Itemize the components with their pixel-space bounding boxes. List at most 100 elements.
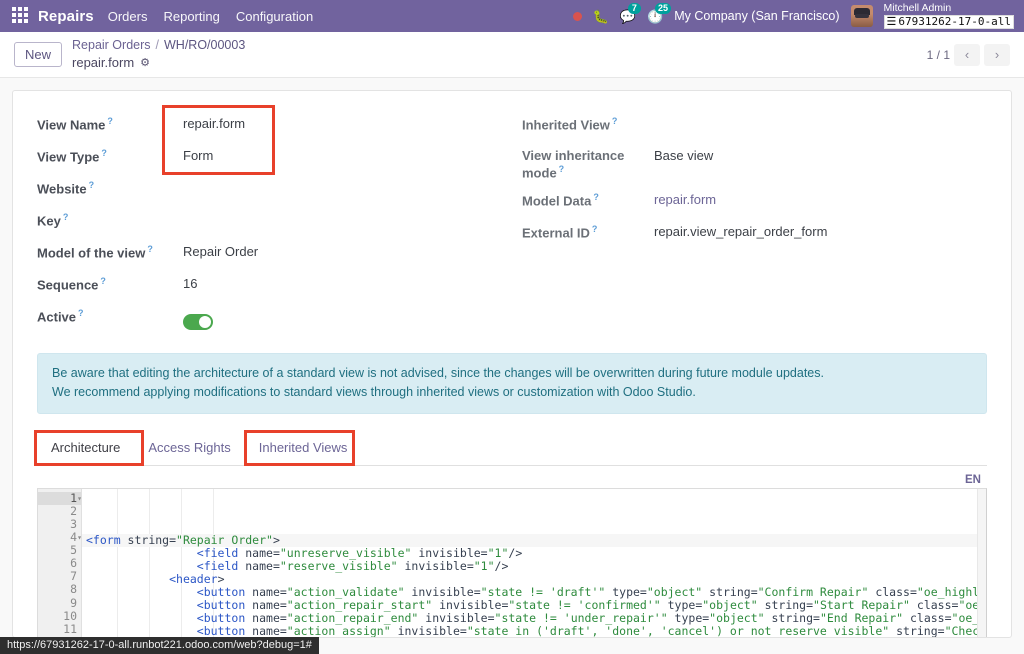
help-icon[interactable]: ?	[78, 308, 84, 318]
help-icon[interactable]: ?	[612, 116, 618, 126]
field-value-view-inheritance-mode[interactable]: Base view	[654, 143, 987, 165]
record-dot-icon[interactable]	[572, 11, 582, 21]
field-value-inherited-view[interactable]	[668, 111, 987, 131]
avatar[interactable]	[850, 5, 873, 27]
app-brand-repairs[interactable]: Repairs	[38, 8, 94, 25]
field-label-view-inheritance-mode: View inheritance mode?	[522, 148, 625, 181]
field-website: Website?	[37, 175, 512, 207]
activities-count-badge: 25	[655, 2, 672, 14]
field-value-active	[183, 303, 512, 335]
chevron-right-icon[interactable]: ›	[984, 43, 1010, 66]
editor-line-number: 9	[70, 595, 77, 610]
tab-inherited-views[interactable]: Inherited Views	[245, 432, 362, 465]
architecture-warning-alert: Be aware that editing the architecture o…	[37, 353, 987, 414]
database-icon: ☰	[886, 15, 897, 29]
field-model-of-the-view: Model of the view? Repair Order	[37, 239, 512, 271]
bug-icon[interactable]: 🐛	[593, 10, 609, 23]
field-label-website: Website?	[37, 180, 95, 197]
editor-language-badge: EN	[965, 473, 981, 486]
field-value-model-of-the-view[interactable]: Repair Order	[183, 239, 512, 261]
user-menu[interactable]: Mitchell Admin ☰ 67931262-17-0-all	[883, 2, 1014, 29]
gear-icon[interactable]: ⚙	[140, 56, 150, 71]
help-icon[interactable]: ?	[89, 180, 95, 190]
database-name-label: 67931262-17-0-all	[898, 15, 1011, 29]
breadcrumb: Repair Orders / WH/RO/00003 repair.form …	[72, 37, 245, 71]
field-label-external-id: External ID?	[522, 224, 598, 241]
editor-line-number: 11	[63, 621, 77, 636]
field-value-key[interactable]	[183, 207, 512, 227]
editor-line-number: 8	[70, 582, 77, 597]
user-name-label: Mitchell Admin	[883, 2, 952, 15]
editor-line-number: 10	[63, 608, 77, 623]
menu-reporting[interactable]: Reporting	[163, 9, 219, 24]
navbar-right-tools: 🐛 💬 7 🕛 25 My Company (San Francisco) Mi…	[572, 2, 1016, 29]
field-value-view-type[interactable]: Form	[183, 143, 512, 165]
field-model-data: Model Data? repair.form	[522, 187, 987, 219]
breadcrumb-separator: /	[155, 38, 159, 53]
field-key: Key?	[37, 207, 512, 239]
tab-architecture[interactable]: Architecture	[37, 432, 135, 465]
fold-arrow-icon[interactable]: ▾	[74, 492, 82, 505]
notebook-tabs: Architecture Access Rights Inherited Vie…	[34, 429, 987, 466]
breadcrumb-item-current[interactable]: WH/RO/00003	[164, 37, 245, 54]
help-icon[interactable]: ?	[63, 212, 69, 222]
company-switcher[interactable]: My Company (San Francisco)	[674, 9, 839, 23]
top-navbar: Repairs Orders Reporting Configuration 🐛…	[0, 0, 1024, 32]
field-label-model-data: Model Data?	[522, 192, 599, 209]
menu-orders[interactable]: Orders	[108, 9, 148, 24]
help-icon[interactable]: ?	[147, 244, 153, 254]
form-sheet-wrapper: View Name? repair.form View Type? Form W…	[0, 78, 1024, 638]
activities-clock-icon[interactable]: 🕛 25	[647, 2, 672, 23]
field-external-id: External ID? repair.view_repair_order_fo…	[522, 219, 987, 251]
breadcrumb-item-repair-orders[interactable]: Repair Orders	[72, 37, 151, 54]
help-icon[interactable]: ?	[100, 276, 106, 286]
field-label-view-type: View Type?	[37, 148, 107, 165]
help-icon[interactable]: ?	[107, 116, 113, 126]
editor-line-number: 1 ▾	[38, 491, 82, 505]
alert-line-2: We recommend applying modifications to s…	[52, 385, 696, 400]
new-button[interactable]: New	[14, 41, 63, 68]
field-label-model-of-the-view: Model of the view?	[37, 244, 153, 261]
help-icon[interactable]: ?	[559, 164, 565, 174]
help-icon[interactable]: ?	[593, 192, 599, 202]
field-view-inheritance-mode: View inheritance mode? Base view	[522, 143, 987, 187]
active-toggle[interactable]	[183, 314, 213, 330]
field-value-model-data[interactable]: repair.form	[654, 187, 987, 209]
form-sheet: View Name? repair.form View Type? Form W…	[12, 90, 1012, 638]
control-panel: New Repair Orders / WH/RO/00003 repair.f…	[0, 32, 1024, 78]
status-bar-url: https://67931262-17-0-all.runbot221.odoo…	[0, 637, 319, 654]
apps-grid-icon[interactable]	[12, 7, 30, 25]
architecture-editor-zone: EN 1▾234▾5678910111213 <form string="Rep…	[37, 473, 987, 637]
editor-vertical-scrollbar[interactable]	[977, 488, 986, 637]
editor-line-number: 2	[70, 503, 77, 518]
help-icon[interactable]: ?	[101, 148, 107, 158]
tab-access-rights[interactable]: Access Rights	[134, 432, 244, 465]
record-title-row: repair.form ⚙	[72, 54, 245, 72]
messages-count-badge: 7	[627, 2, 641, 14]
editor-code-area[interactable]: <form string="Repair Order"> <field name…	[82, 488, 986, 637]
field-view-type: View Type? Form	[37, 143, 512, 175]
page-title: repair.form	[72, 55, 135, 71]
code-editor[interactable]: 1▾234▾5678910111213 <form string="Repair…	[37, 487, 987, 637]
pager: 1 / 1 ‹ ›	[927, 43, 1010, 66]
field-value-sequence[interactable]: 16	[183, 271, 512, 293]
field-label-active: Active?	[37, 308, 84, 325]
field-active: Active?	[37, 303, 512, 335]
chevron-left-icon[interactable]: ‹	[954, 43, 980, 66]
field-value-website[interactable]	[183, 175, 512, 195]
field-value-view-name[interactable]: repair.form	[183, 111, 512, 133]
field-sequence: Sequence? 16	[37, 271, 512, 303]
field-inherited-view: Inherited View?	[522, 111, 987, 143]
form-left-column: View Name? repair.form View Type? Form W…	[37, 105, 512, 335]
form-right-column: Inherited View? View inheritance mode? B…	[512, 111, 987, 335]
editor-line-numbers: 1▾234▾5678910111213	[38, 488, 82, 637]
messages-icon[interactable]: 💬 7	[620, 2, 641, 23]
menu-configuration[interactable]: Configuration	[236, 9, 313, 24]
help-icon[interactable]: ?	[592, 224, 598, 234]
database-chip: ☰ 67931262-17-0-all	[883, 15, 1014, 29]
breadcrumb-path: Repair Orders / WH/RO/00003	[72, 37, 245, 54]
field-label-key: Key?	[37, 212, 69, 229]
alert-line-1: Be aware that editing the architecture o…	[52, 366, 824, 380]
field-label-inherited-view: Inherited View?	[522, 116, 618, 133]
field-value-external-id[interactable]: repair.view_repair_order_form	[654, 219, 987, 241]
